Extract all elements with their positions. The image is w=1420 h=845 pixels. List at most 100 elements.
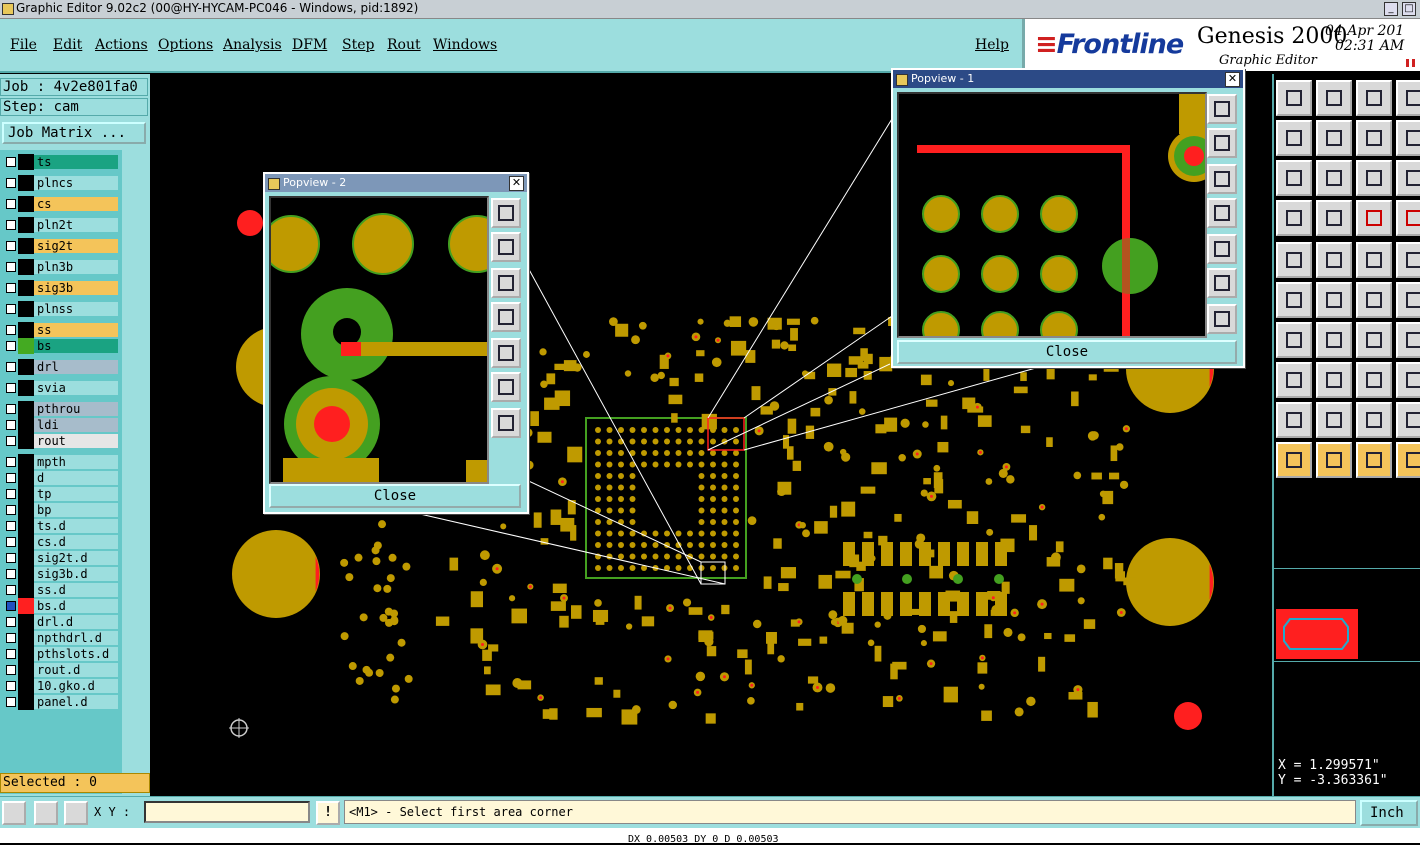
- layer-name[interactable]: tp: [34, 487, 118, 501]
- layer-name[interactable]: ss.d: [34, 583, 118, 597]
- maximize-button[interactable]: □: [1402, 2, 1416, 16]
- tool-button[interactable]: [1356, 242, 1392, 278]
- layer-row[interactable]: panel.d: [0, 694, 122, 710]
- tool-button[interactable]: [1316, 242, 1352, 278]
- popview-1-close-button[interactable]: Close: [897, 340, 1237, 364]
- menu-dfm[interactable]: DFM: [292, 37, 327, 53]
- layer-name[interactable]: sig2t: [34, 239, 118, 253]
- layer-checkbox[interactable]: [6, 262, 16, 272]
- layer-row[interactable]: ts.d: [0, 518, 122, 534]
- layer-name[interactable]: drl.d: [34, 615, 118, 629]
- tool-button[interactable]: [1356, 362, 1392, 398]
- popview-tool-button[interactable]: [491, 302, 521, 332]
- popview-1-view[interactable]: [897, 92, 1207, 338]
- layer-name[interactable]: pthrou: [34, 402, 118, 416]
- tool-button[interactable]: [1356, 442, 1392, 478]
- layer-checkbox[interactable]: [6, 325, 16, 335]
- layer-name[interactable]: sig3b.d: [34, 567, 118, 581]
- job-matrix-button[interactable]: Job Matrix ...: [2, 122, 146, 144]
- tool-button[interactable]: [1356, 322, 1392, 358]
- tool-button[interactable]: [1276, 442, 1312, 478]
- layer-row[interactable]: drl.d: [0, 614, 122, 630]
- layer-name[interactable]: panel.d: [34, 695, 118, 709]
- layer-checkbox[interactable]: [6, 304, 16, 314]
- layer-checkbox[interactable]: [6, 199, 16, 209]
- layer-name[interactable]: 10.gko.d: [34, 679, 118, 693]
- tool-button[interactable]: [1276, 120, 1312, 156]
- tool-button[interactable]: [1396, 442, 1420, 478]
- layer-row[interactable]: pln3b: [0, 259, 122, 275]
- tool-button[interactable]: [1316, 160, 1352, 196]
- tool-button[interactable]: [1396, 200, 1420, 236]
- layer-row[interactable]: plncs: [0, 175, 122, 191]
- layer-row[interactable]: sig3b: [0, 280, 122, 296]
- menu-actions[interactable]: Actions: [95, 37, 148, 53]
- tool-button[interactable]: [1276, 242, 1312, 278]
- layer-row[interactable]: drl: [0, 359, 122, 375]
- snap-icon[interactable]: [2, 801, 26, 825]
- layer-name[interactable]: ts: [34, 155, 118, 169]
- menu-help[interactable]: Help: [975, 37, 1009, 53]
- tool-button[interactable]: [1276, 282, 1312, 318]
- popview-tool-button[interactable]: [1207, 164, 1237, 194]
- menu-rout[interactable]: Rout: [387, 37, 421, 53]
- layer-row[interactable]: rout.d: [0, 662, 122, 678]
- layer-checkbox[interactable]: [6, 473, 16, 483]
- tool-button[interactable]: [1356, 282, 1392, 318]
- grid-icon[interactable]: [64, 801, 88, 825]
- tool-button[interactable]: [1356, 402, 1392, 438]
- menu-windows[interactable]: Windows: [433, 37, 497, 53]
- measure-icon[interactable]: [34, 801, 58, 825]
- layer-name[interactable]: pthslots.d: [34, 647, 118, 661]
- layer-row[interactable]: pln2t: [0, 217, 122, 233]
- layer-name[interactable]: drl: [34, 360, 118, 374]
- layer-checkbox[interactable]: [6, 553, 16, 563]
- layer-row[interactable]: svia: [0, 380, 122, 396]
- minimize-button[interactable]: _: [1384, 2, 1398, 16]
- popview-tool-button[interactable]: [491, 338, 521, 368]
- alert-icon[interactable]: !: [316, 801, 340, 825]
- popview-tool-button[interactable]: [1207, 234, 1237, 264]
- layer-checkbox[interactable]: [6, 241, 16, 251]
- layer-name[interactable]: bs: [34, 339, 118, 353]
- tool-button[interactable]: [1316, 120, 1352, 156]
- overview-board[interactable]: [1276, 609, 1358, 659]
- layer-checkbox[interactable]: [6, 617, 16, 627]
- tool-button[interactable]: [1356, 80, 1392, 116]
- popview-tool-button[interactable]: [491, 198, 521, 228]
- layer-checkbox[interactable]: [6, 362, 16, 372]
- layer-checkbox[interactable]: [6, 585, 16, 595]
- layer-row[interactable]: npthdrl.d: [0, 630, 122, 646]
- layer-row[interactable]: plnss: [0, 301, 122, 317]
- layer-name[interactable]: ss: [34, 323, 118, 337]
- menu-analysis[interactable]: Analysis: [223, 37, 282, 53]
- tool-button[interactable]: [1396, 160, 1420, 196]
- layer-name[interactable]: rout: [34, 434, 118, 448]
- layer-row[interactable]: bs: [0, 338, 122, 354]
- tool-button[interactable]: [1276, 160, 1312, 196]
- tool-button[interactable]: [1396, 402, 1420, 438]
- popview-2-close-button[interactable]: Close: [269, 484, 521, 508]
- popview-tool-button[interactable]: [1207, 268, 1237, 298]
- layer-checkbox[interactable]: [6, 665, 16, 675]
- tool-button[interactable]: [1396, 282, 1420, 318]
- layer-name[interactable]: ldi: [34, 418, 118, 432]
- layer-row[interactable]: sig3b.d: [0, 566, 122, 582]
- close-icon[interactable]: ✕: [1225, 72, 1240, 87]
- layer-row[interactable]: ss: [0, 322, 122, 338]
- tool-button[interactable]: [1356, 200, 1392, 236]
- layer-row[interactable]: d: [0, 470, 122, 486]
- layer-row[interactable]: ts: [0, 154, 122, 170]
- layer-checkbox[interactable]: [6, 505, 16, 515]
- tool-button[interactable]: [1316, 322, 1352, 358]
- tool-button[interactable]: [1276, 80, 1312, 116]
- layer-name[interactable]: mpth: [34, 455, 118, 469]
- layer-name[interactable]: sig3b: [34, 281, 118, 295]
- layer-name[interactable]: cs: [34, 197, 118, 211]
- xy-input[interactable]: [144, 801, 310, 823]
- menu-options[interactable]: Options: [158, 37, 213, 53]
- layer-checkbox[interactable]: [6, 404, 16, 414]
- layer-checkbox[interactable]: [6, 457, 16, 467]
- layer-name[interactable]: ts.d: [34, 519, 118, 533]
- tool-button[interactable]: [1356, 160, 1392, 196]
